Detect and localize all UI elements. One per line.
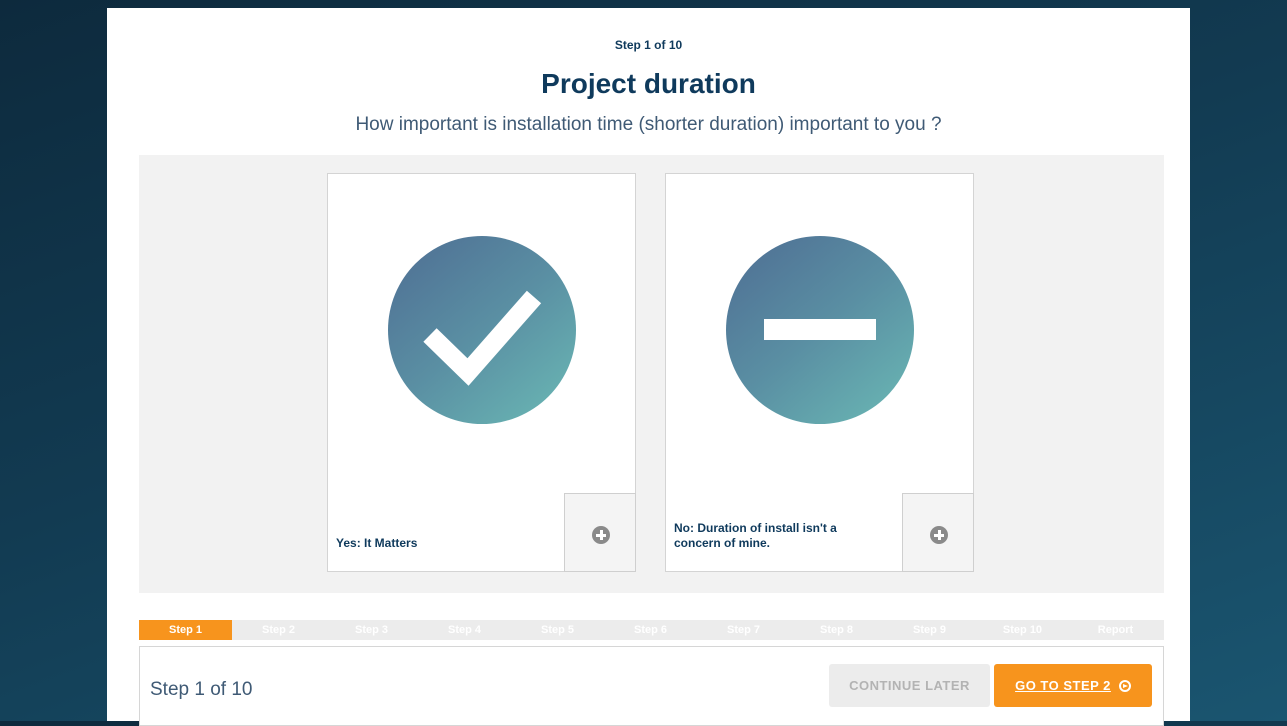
step-tab-report[interactable]: Report — [1069, 620, 1162, 640]
step-tab-2[interactable]: Step 2 — [232, 620, 325, 640]
options-area: Yes: It Matters No: Duration of install … — [139, 155, 1164, 593]
step-progress-bar: Step 1 Step 2 Step 3 Step 4 Step 5 Step … — [139, 620, 1164, 640]
step-tab-8[interactable]: Step 8 — [790, 620, 883, 640]
go-to-next-step-button[interactable]: GO TO STEP 2 — [994, 664, 1152, 707]
checkmark-icon — [388, 236, 576, 424]
step-tab-10[interactable]: Step 10 — [976, 620, 1069, 640]
step-tab-3[interactable]: Step 3 — [325, 620, 418, 640]
plus-icon — [930, 526, 948, 544]
step-indicator: Step 1 of 10 — [614, 38, 683, 52]
expand-option-button[interactable] — [564, 493, 636, 572]
footer-step-text: Step 1 of 10 — [150, 679, 253, 700]
step-tab-5[interactable]: Step 5 — [511, 620, 604, 640]
step-tab-6[interactable]: Step 6 — [604, 620, 697, 640]
expand-option-button[interactable] — [902, 493, 974, 572]
plus-icon — [592, 526, 610, 544]
survey-page: Step 1 of 10 Project duration How import… — [107, 8, 1190, 726]
minus-icon — [726, 236, 914, 424]
step-tab-9[interactable]: Step 9 — [883, 620, 976, 640]
page-title: Project duration — [541, 68, 756, 99]
next-button-label: GO TO STEP 2 — [1015, 678, 1111, 693]
option-card-yes[interactable]: Yes: It Matters — [327, 173, 636, 572]
step-tab-4[interactable]: Step 4 — [418, 620, 511, 640]
question-text: How important is installation time (shor… — [355, 114, 942, 135]
footer-panel: Step 1 of 10 CONTINUE LATER GO TO STEP 2 — [139, 646, 1164, 726]
arrow-circle-right-icon — [1118, 679, 1131, 692]
option-card-no[interactable]: No: Duration of install isn't a concern … — [665, 173, 974, 572]
option-label: Yes: It Matters — [336, 536, 418, 550]
continue-later-button[interactable]: CONTINUE LATER — [829, 664, 990, 707]
step-tab-7[interactable]: Step 7 — [697, 620, 790, 640]
option-label: No: Duration of install isn't a concern … — [674, 521, 837, 550]
step-tab-1[interactable]: Step 1 — [139, 620, 232, 640]
